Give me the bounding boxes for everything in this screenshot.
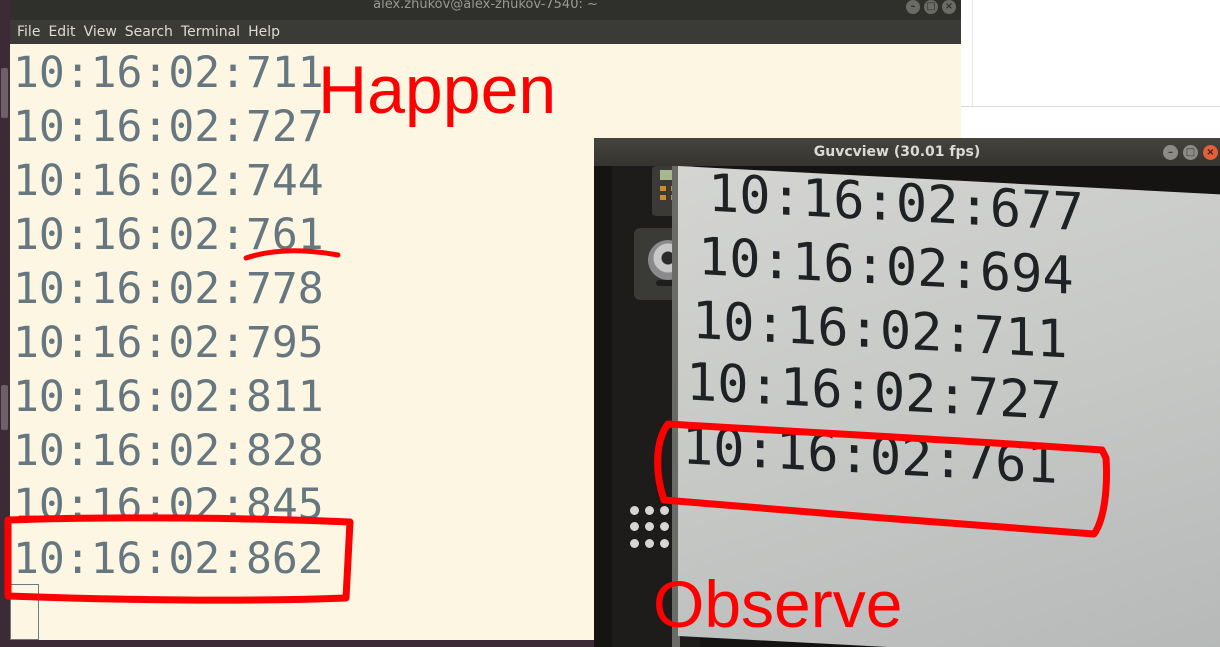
calculator-key [660, 186, 666, 191]
menu-search[interactable]: Search [125, 24, 173, 40]
menu-terminal[interactable]: Terminal [181, 24, 240, 40]
close-icon[interactable]: × [942, 0, 956, 14]
minimize-icon[interactable]: – [906, 0, 920, 14]
window-controls: – □ × [906, 0, 956, 14]
guvcview-title: Guvcview (30.01 fps) [813, 144, 981, 160]
terminal-line: 10:16:02:828 [13, 426, 324, 476]
dock [0, 0, 10, 647]
terminal-line: 10:16:02:778 [13, 264, 324, 314]
divider [972, 0, 973, 106]
happen-annotation: Happen [318, 52, 557, 128]
terminal-line: 10:16:02:811 [13, 372, 324, 422]
guvcview-titlebar[interactable]: Guvcview (30.01 fps) – □ × [594, 138, 1220, 166]
maximize-icon[interactable]: □ [924, 0, 938, 14]
observe-annotation: Observe [653, 567, 903, 641]
terminal-line: 10:16:02:795 [13, 318, 324, 368]
background-window [960, 0, 1220, 140]
terminal-line: 10:16:02:744 [13, 156, 324, 206]
menu-file[interactable]: File [17, 24, 40, 40]
terminal-line: 10:16:02:727 [13, 102, 324, 152]
terminal-line: 10:16:02:761 [13, 210, 324, 260]
menu-view[interactable]: View [84, 24, 117, 40]
window-title: alex.zhukov@alex-zhukov-7540: ~ [373, 0, 598, 12]
menu-help[interactable]: Help [248, 24, 280, 40]
window-controls: – □ × [1163, 145, 1218, 160]
menu-edit[interactable]: Edit [48, 24, 75, 40]
maximize-icon[interactable]: □ [1183, 145, 1198, 160]
calculator-key [660, 195, 666, 200]
dock-item[interactable] [1, 385, 8, 430]
terminal-line: 10:16:02:845 [13, 480, 324, 530]
minimize-icon[interactable]: – [1163, 145, 1178, 160]
divider [960, 106, 1220, 107]
terminal-cursor [10, 584, 39, 640]
terminal-line: 10:16:02:862 [13, 534, 324, 584]
terminal-titlebar[interactable]: alex.zhukov@alex-zhukov-7540: ~ – □ × [10, 0, 961, 20]
show-apps-icon [630, 506, 674, 550]
terminal-line: 10:16:02:711 [13, 48, 324, 98]
close-icon[interactable]: × [1203, 145, 1218, 160]
terminal-menubar: File Edit View Search Terminal Help [10, 20, 961, 44]
dock-item[interactable] [1, 68, 8, 118]
